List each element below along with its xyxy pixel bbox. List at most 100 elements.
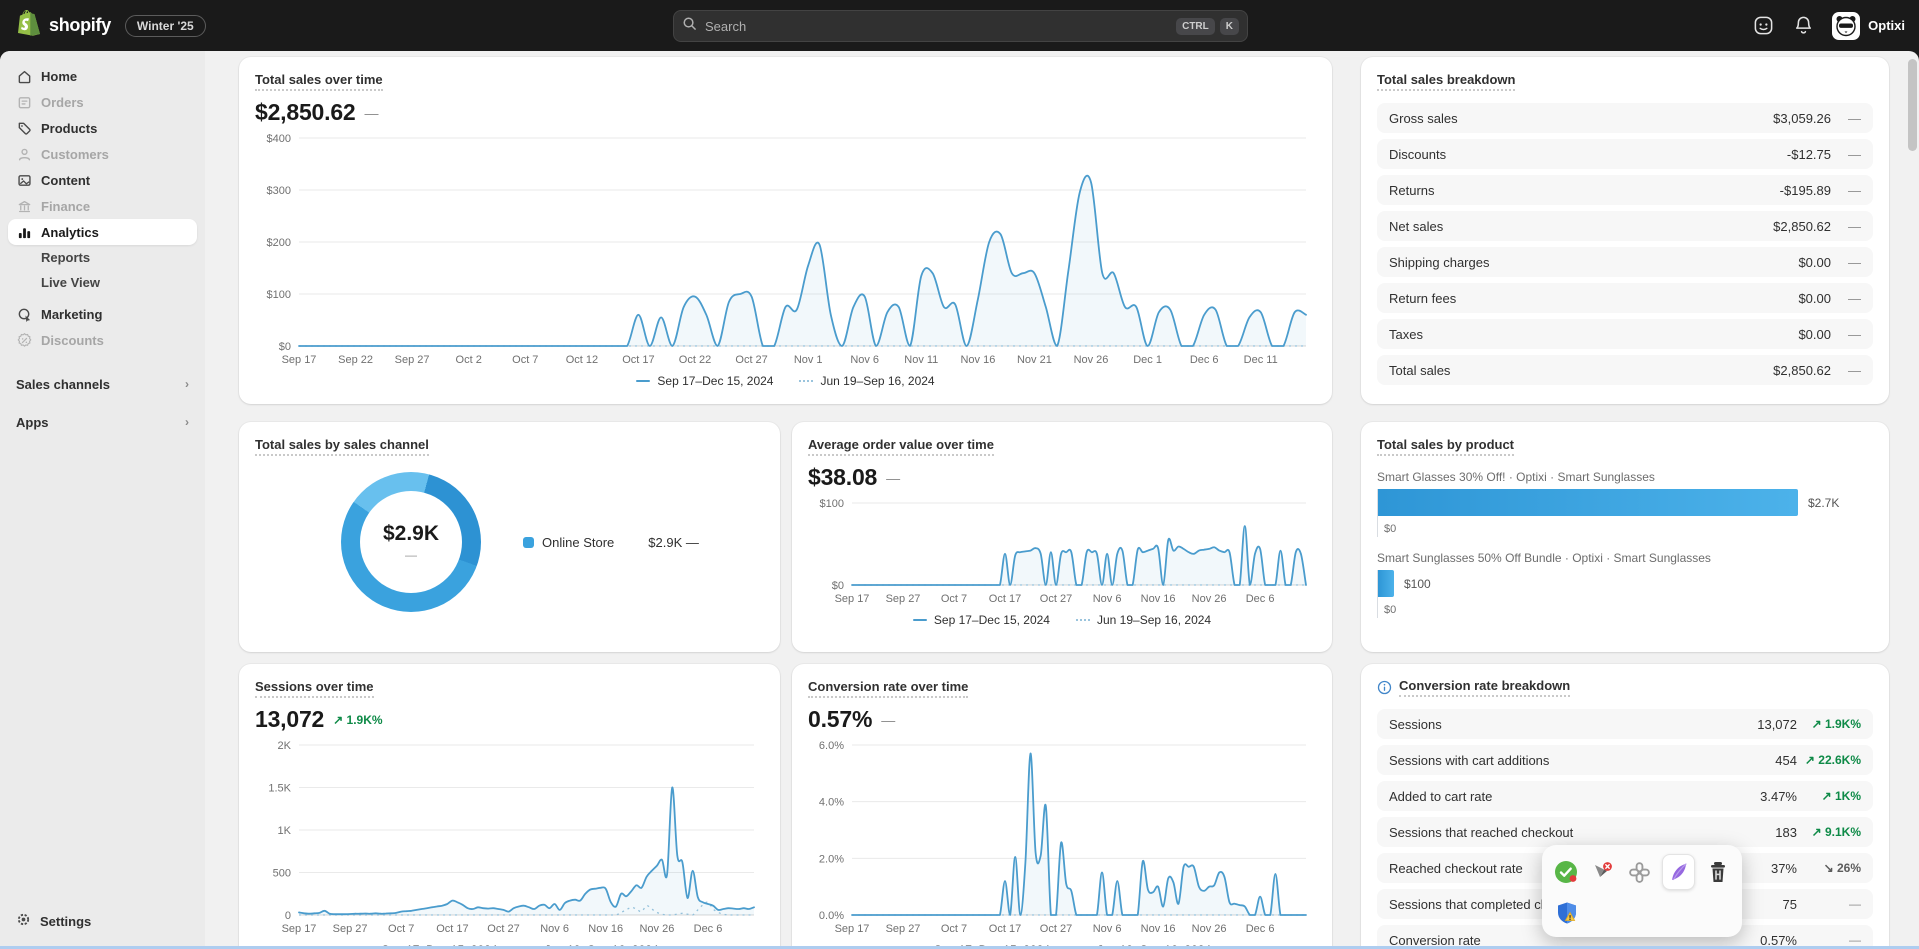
product-bar[interactable] — [1378, 489, 1798, 516]
card-title[interactable]: Average order value over time — [808, 437, 994, 456]
sidebar-sales-channels[interactable]: Sales channels › — [0, 371, 205, 397]
table-row[interactable]: Sessions13,072↗ 1.9K% — [1377, 709, 1873, 739]
shopify-logo[interactable]: shopify Winter '25 — [16, 9, 206, 42]
clover-grid-icon[interactable] — [1625, 857, 1653, 887]
svg-text:Oct 7: Oct 7 — [941, 923, 967, 935]
svg-text:Oct 27: Oct 27 — [1040, 923, 1072, 935]
sales-by-channel-card: Total sales by sales channel $2.9K — Onl… — [239, 422, 780, 652]
table-row[interactable]: Sessions that reached checkout183↗ 9.1K% — [1377, 817, 1873, 847]
search-input[interactable]: Search CTRL K — [673, 10, 1248, 42]
svg-text:4.0%: 4.0% — [819, 797, 844, 809]
scrollbar[interactable] — [1908, 59, 1917, 151]
svg-text:Oct 27: Oct 27 — [735, 354, 767, 366]
svg-text:$400: $400 — [267, 133, 291, 145]
product-bar[interactable] — [1378, 570, 1394, 597]
legend-previous: Jun 19–Sep 16, 2024 — [799, 374, 934, 388]
table-row[interactable]: Gross sales$3,059.26— — [1377, 103, 1873, 133]
channel-donut-chart[interactable]: $2.9K — — [341, 472, 481, 612]
account-menu[interactable]: Optixi — [1832, 12, 1905, 40]
card-title[interactable]: Total sales over time — [255, 72, 383, 91]
svg-text:Dec 6: Dec 6 — [694, 923, 723, 935]
table-row[interactable]: Discounts-$12.75— — [1377, 139, 1873, 169]
sales-by-product-card: Total sales by product Smart Glasses 30%… — [1361, 422, 1889, 652]
analytics-dashboard: Total sales over time $2,850.62 — $400$3… — [205, 51, 1919, 949]
orders-icon — [16, 94, 32, 110]
total-sales-breakdown-card: Total sales breakdown Gross sales$3,059.… — [1361, 57, 1889, 404]
sidebar-item-settings[interactable]: Settings — [8, 907, 197, 935]
card-title[interactable]: Total sales by sales channel — [255, 437, 429, 456]
total-sales-value: $2,850.62 — [255, 99, 356, 126]
table-row[interactable]: Taxes$0.00— — [1377, 319, 1873, 349]
svg-text:$0: $0 — [279, 341, 291, 353]
sidebar-item-home[interactable]: Home — [8, 63, 197, 89]
svg-text:Oct 7: Oct 7 — [388, 923, 414, 935]
browser-extensions-popover — [1542, 845, 1742, 937]
sidebar-item-analytics[interactable]: Analytics — [8, 219, 197, 245]
svg-text:Sep 17: Sep 17 — [282, 354, 317, 366]
aov-chart[interactable]: $100$0Sep 17Sep 27Oct 7Oct 17Oct 27Nov 6… — [808, 495, 1316, 607]
sidebar-item-discounts[interactable]: Discounts — [8, 327, 197, 353]
muted-extension-icon[interactable] — [1589, 857, 1617, 887]
sidebar-item-content[interactable]: Content — [8, 167, 197, 193]
feather-extension-icon[interactable] — [1662, 854, 1695, 890]
table-row[interactable]: Shipping charges$0.00— — [1377, 247, 1873, 277]
table-row[interactable]: Sessions with cart additions454↗ 22.6K% — [1377, 745, 1873, 775]
svg-text:2K: 2K — [278, 740, 292, 752]
table-row[interactable]: Net sales$2,850.62— — [1377, 211, 1873, 241]
svg-text:Oct 7: Oct 7 — [512, 354, 538, 366]
trend-dash: — — [365, 105, 379, 121]
table-row[interactable]: Total sales$2,850.62— — [1377, 355, 1873, 385]
sidebar-item-orders[interactable]: Orders — [8, 89, 197, 115]
adblock-check-icon[interactable] — [1552, 857, 1580, 887]
svg-text:2.0%: 2.0% — [819, 853, 844, 865]
card-title[interactable]: Sessions over time — [255, 679, 374, 698]
bank-icon — [16, 198, 32, 214]
svg-text:Nov 11: Nov 11 — [904, 354, 938, 366]
sidebar-item-products[interactable]: Products — [8, 115, 197, 141]
card-title[interactable]: Conversion rate over time — [808, 679, 968, 698]
shield-warning-icon[interactable] — [1552, 898, 1582, 928]
legend-square-swatch — [523, 537, 534, 548]
table-row[interactable]: Returns-$195.89— — [1377, 175, 1873, 205]
conversion-value: 0.57% — [808, 706, 872, 733]
sidebar-item-reports[interactable]: Reports — [8, 245, 197, 270]
svg-text:1K: 1K — [278, 825, 292, 837]
svg-text:Nov 26: Nov 26 — [1192, 593, 1227, 605]
season-badge[interactable]: Winter '25 — [125, 15, 206, 37]
card-title[interactable]: Total sales by product — [1377, 437, 1514, 456]
svg-text:Oct 17: Oct 17 — [989, 593, 1021, 605]
sessions-card: Sessions over time 13,072 ↗ 1.9K% 2K1.5K… — [239, 664, 780, 949]
svg-text:Nov 6: Nov 6 — [850, 354, 879, 366]
inbox-icon[interactable] — [1752, 15, 1774, 37]
svg-text:Nov 26: Nov 26 — [639, 923, 674, 935]
sidebar-item-customers[interactable]: Customers — [8, 141, 197, 167]
search-icon — [682, 16, 697, 36]
sidebar-item-marketing[interactable]: Marketing — [8, 301, 197, 327]
svg-text:Sep 17: Sep 17 — [282, 923, 317, 935]
svg-text:Sep 27: Sep 27 — [886, 923, 921, 935]
person-icon — [16, 146, 32, 162]
svg-text:Nov 6: Nov 6 — [1093, 593, 1122, 605]
sidebar-item-finance[interactable]: Finance — [8, 193, 197, 219]
info-icon[interactable] — [1377, 680, 1392, 695]
trash-extension-icon[interactable] — [1704, 857, 1732, 887]
kbd-ctrl: CTRL — [1176, 18, 1215, 35]
sessions-trend-badge: ↗ 1.9K% — [333, 713, 382, 727]
sidebar-item-live-view[interactable]: Live View — [8, 270, 197, 295]
sessions-chart[interactable]: 2K1.5K1K5000Sep 17Sep 27Oct 7Oct 17Oct 2… — [255, 737, 764, 937]
svg-text:Dec 6: Dec 6 — [1246, 923, 1275, 935]
card-title[interactable]: Conversion rate breakdown — [1399, 678, 1570, 697]
svg-text:Oct 7: Oct 7 — [941, 593, 967, 605]
table-row[interactable]: Added to cart rate3.47%↗ 1K% — [1377, 781, 1873, 811]
shopify-bag-icon — [16, 9, 41, 42]
marketing-icon — [16, 306, 32, 322]
legend-current: Sep 17–Dec 15, 2024 — [913, 613, 1050, 627]
sidebar-apps[interactable]: Apps › — [0, 409, 205, 435]
home-icon — [16, 68, 32, 84]
svg-text:Oct 17: Oct 17 — [622, 354, 654, 366]
table-row[interactable]: Return fees$0.00— — [1377, 283, 1873, 313]
conversion-chart[interactable]: 6.0%4.0%2.0%0.0%Sep 17Sep 27Oct 7Oct 17O… — [808, 737, 1316, 937]
card-title[interactable]: Total sales breakdown — [1377, 72, 1515, 91]
total-sales-chart[interactable]: $400$300$200$100$0Sep 17Sep 22Sep 27Oct … — [255, 130, 1316, 368]
notifications-bell-icon[interactable] — [1792, 15, 1814, 37]
